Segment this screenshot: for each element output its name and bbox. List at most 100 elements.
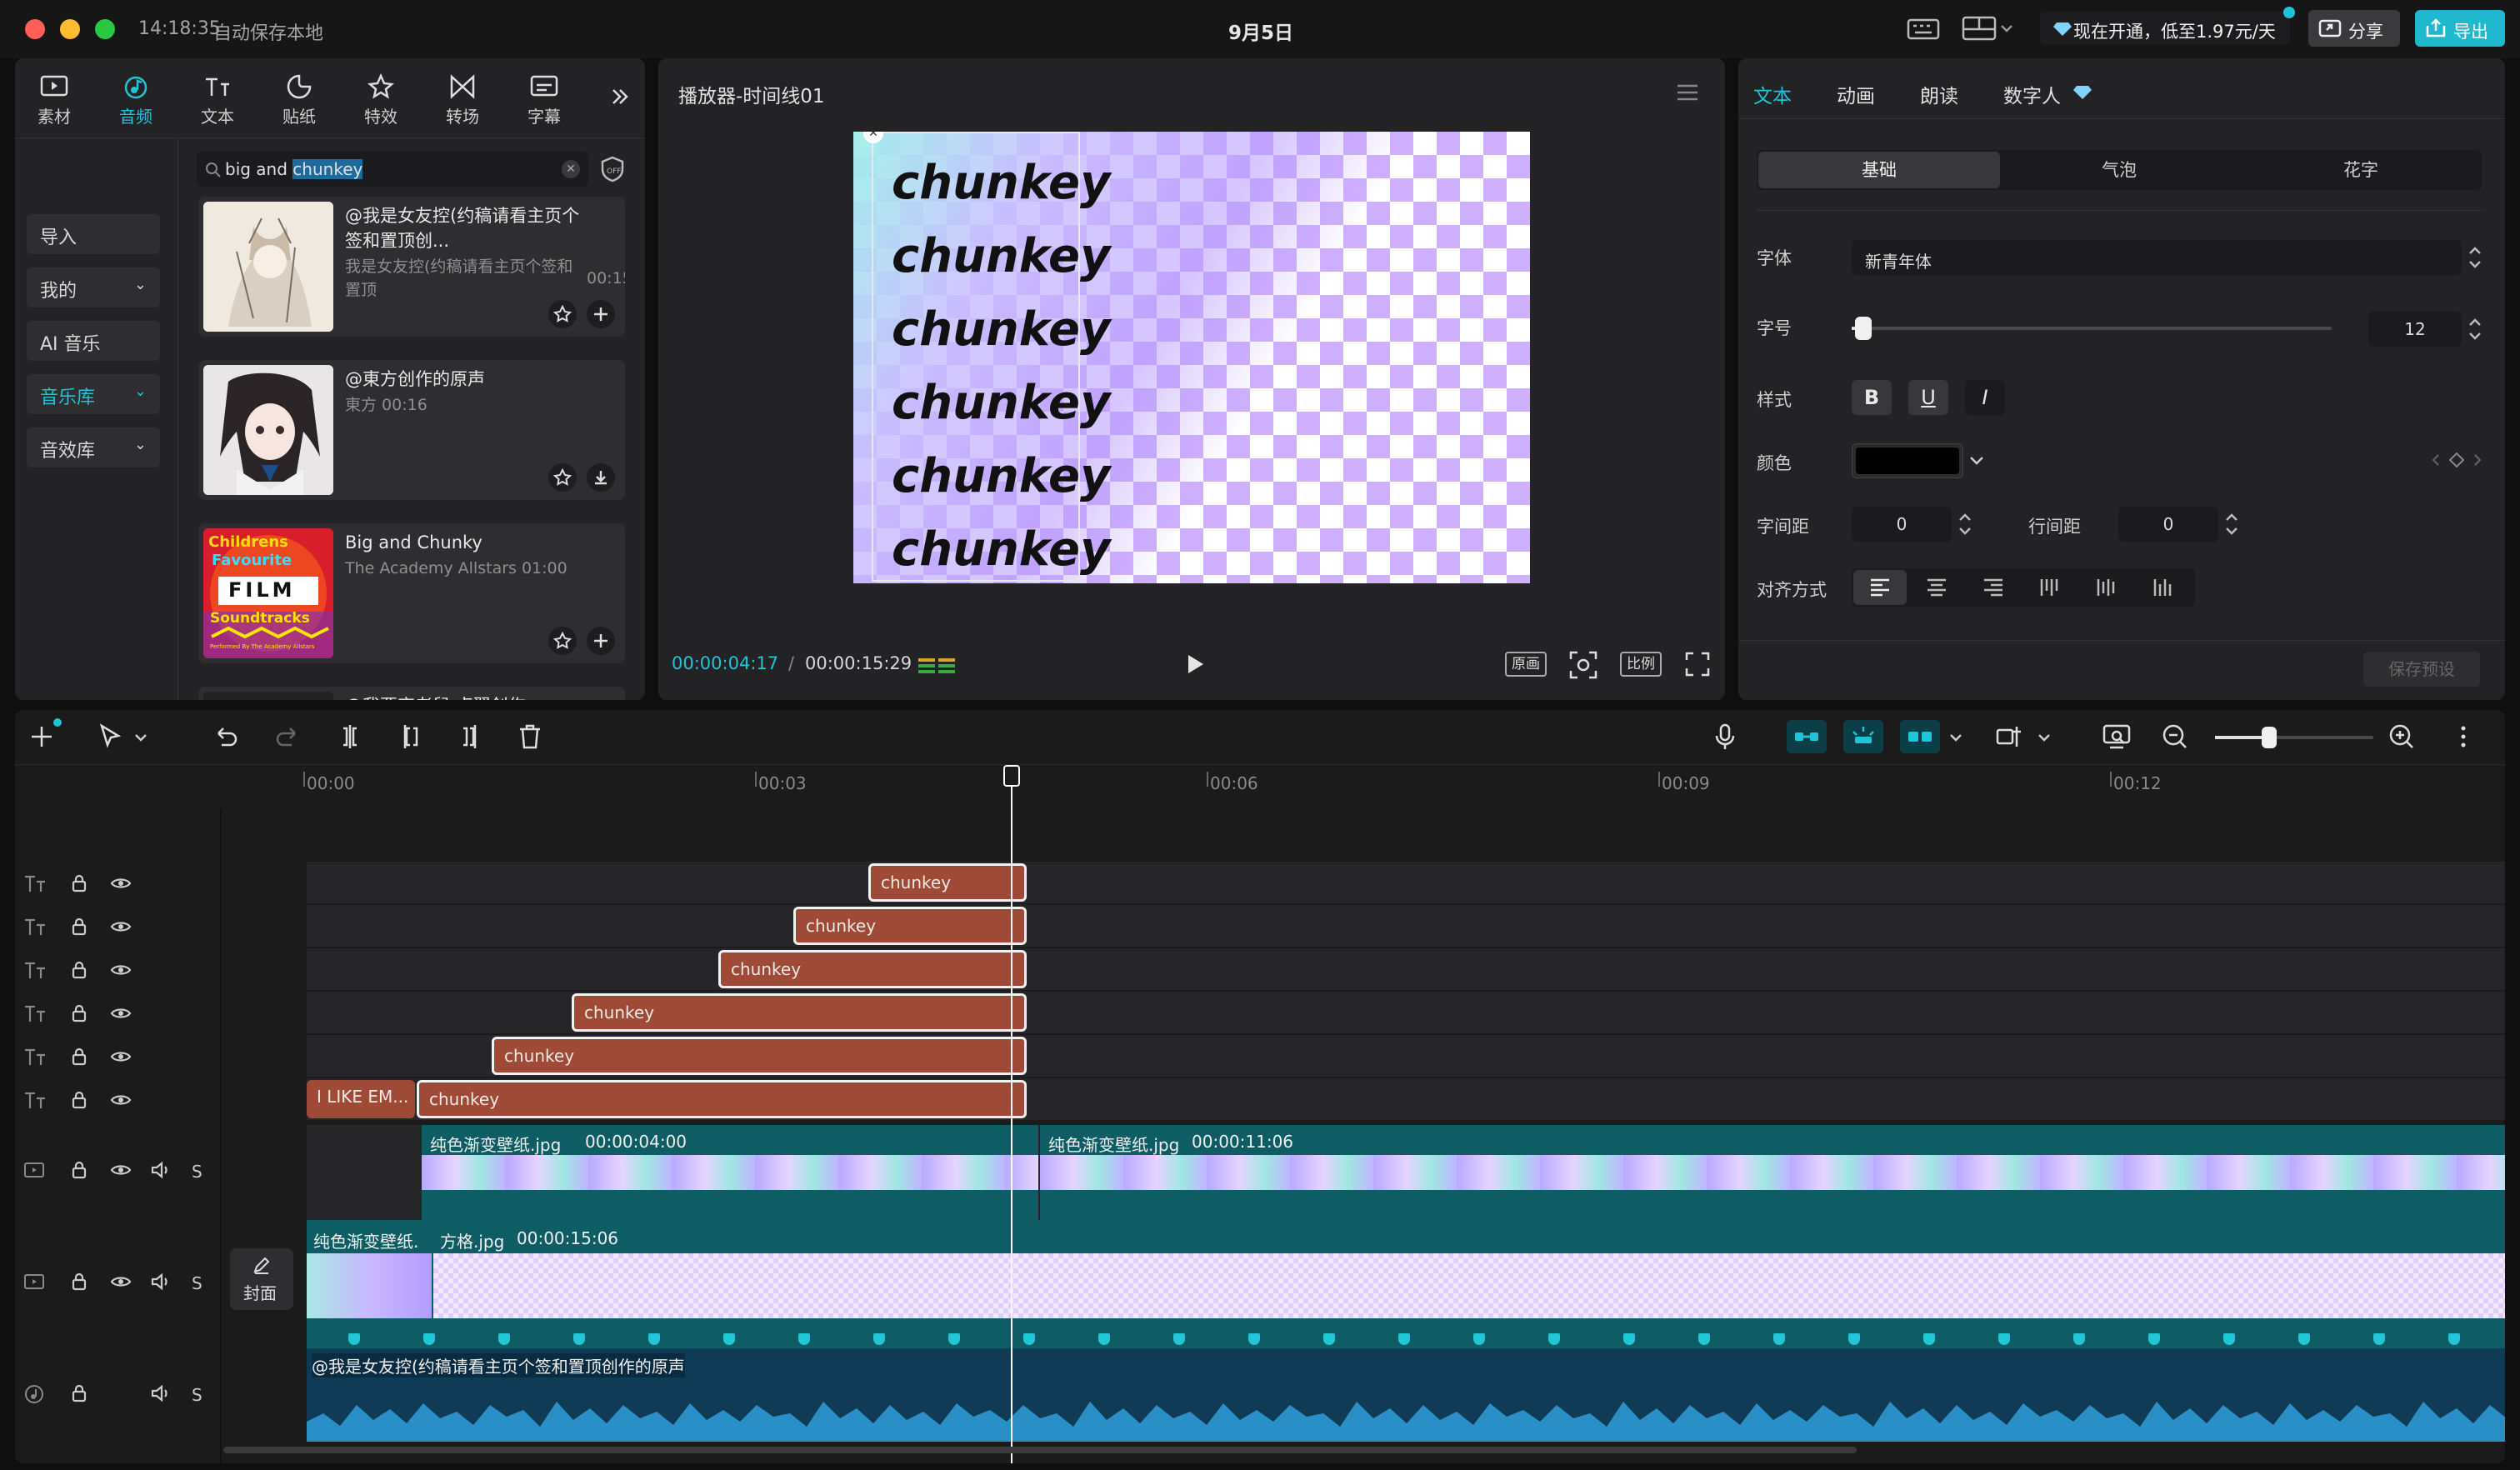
split-icon[interactable] xyxy=(335,722,365,752)
color-picker[interactable] xyxy=(1852,443,1963,478)
eye-icon[interactable] xyxy=(110,1160,132,1180)
font-size-slider[interactable] xyxy=(1852,327,2332,330)
aspect-ratio-button[interactable]: 比例 xyxy=(1620,652,1662,677)
music-item[interactable]: @東方创作的原声 東方 00:16 xyxy=(198,360,625,500)
beat-marker[interactable] xyxy=(873,1333,885,1345)
beat-marker[interactable] xyxy=(423,1333,435,1345)
speaker-icon[interactable] xyxy=(150,1272,172,1292)
keyboard-icon[interactable] xyxy=(1907,17,1940,42)
video-clip-gradient-b[interactable]: 纯色渐变壁纸.jpg 00:00:11:06 xyxy=(1040,1125,2505,1222)
font-stepper-icon[interactable] xyxy=(2463,240,2487,275)
beat-marker[interactable] xyxy=(1773,1333,1785,1345)
tab-audio[interactable]: 音频 xyxy=(98,67,173,130)
beat-marker[interactable] xyxy=(348,1333,360,1345)
text-clip-intro[interactable]: I LIKE EM... xyxy=(307,1080,415,1118)
share-button[interactable]: 分享 xyxy=(2308,10,2400,47)
beat-marker[interactable] xyxy=(498,1333,510,1345)
timeline-zoom-thumb[interactable] xyxy=(2262,727,2277,748)
beat-marker[interactable] xyxy=(1698,1333,1710,1345)
tab-captions[interactable]: 字幕 xyxy=(507,67,582,130)
beat-marker[interactable] xyxy=(1398,1333,1410,1345)
underline-button[interactable]: U xyxy=(1908,380,1948,415)
fullscreen-icon[interactable] xyxy=(1683,650,1712,678)
linkage-chevron-down-icon[interactable] xyxy=(1947,728,1965,747)
video-clip-gradient-main[interactable]: 纯色渐变壁纸. xyxy=(307,1220,432,1332)
speaker-icon[interactable] xyxy=(150,1383,172,1403)
beat-marker[interactable] xyxy=(1473,1333,1485,1345)
tab-text-props[interactable]: 文本 xyxy=(1753,80,1792,108)
lock-icon[interactable] xyxy=(70,1272,88,1292)
font-size-slider-thumb[interactable] xyxy=(1855,317,1872,340)
tab-animation[interactable]: 动画 xyxy=(1837,80,1875,108)
add-plus-icon[interactable] xyxy=(587,300,615,328)
copyright-filter-icon[interactable]: OFF xyxy=(598,155,627,183)
sidebar-item-sound-effects[interactable]: 音效库 ⌄ xyxy=(27,428,160,468)
original-quality-button[interactable]: 原画 xyxy=(1505,652,1547,677)
main-track-magnet-button[interactable] xyxy=(1787,720,1827,753)
search-input[interactable]: big and chunkey ✕ xyxy=(197,152,588,187)
sidebar-item-import[interactable]: 导入 xyxy=(27,214,160,254)
tab-digital-human[interactable]: 数字人 xyxy=(2003,80,2061,108)
video-clip-checker[interactable]: 方格.jpg 00:00:15:06 xyxy=(433,1220,2505,1332)
music-item[interactable]: Childrens Favourite FILM Soundtracks Per… xyxy=(198,523,625,663)
delete-trash-icon[interactable] xyxy=(515,722,545,752)
vertical-align-bottom-button[interactable] xyxy=(2137,570,2190,605)
timeline-scrollbar[interactable] xyxy=(223,1447,1857,1453)
music-item[interactable]: @我是女友控(约稿请看主页个签和置顶创... 我是女友控(约稿请看主页个签和置顶… xyxy=(198,197,625,337)
color-chevron-down-icon[interactable] xyxy=(1965,448,1988,472)
video-clip-gradient-a[interactable]: 纯色渐变壁纸.jpg 00:00:04:00 xyxy=(422,1125,1038,1222)
screenshot-focus-icon[interactable] xyxy=(1568,650,1598,680)
playhead-handle[interactable] xyxy=(1003,765,1020,787)
tab-sticker[interactable]: 贴纸 xyxy=(262,67,337,130)
subtab-basic[interactable]: 基础 xyxy=(1758,152,2000,188)
preview-axis-chevron-down-icon[interactable] xyxy=(2035,728,2053,747)
beat-marker[interactable] xyxy=(1023,1333,1035,1345)
beat-marker[interactable] xyxy=(1923,1333,1935,1345)
text-clip[interactable]: chunkey xyxy=(417,1080,1027,1118)
eye-icon[interactable] xyxy=(110,1272,132,1292)
layout-icon[interactable] xyxy=(1962,15,2015,43)
text-clip[interactable]: chunkey xyxy=(868,863,1027,902)
italic-button[interactable]: I xyxy=(1965,380,2005,415)
beat-marker[interactable] xyxy=(1098,1333,1110,1345)
lock-icon[interactable] xyxy=(70,1160,88,1180)
sidebar-item-ai-music[interactable]: AI 音乐 xyxy=(27,321,160,361)
favorite-star-icon[interactable] xyxy=(548,300,577,328)
export-button[interactable]: 导出 xyxy=(2415,10,2505,47)
promo-banner[interactable]: 现在开通，低至1.97元/天 xyxy=(2040,12,2290,45)
solo-button[interactable]: S xyxy=(192,1273,202,1293)
beat-marker[interactable] xyxy=(2448,1333,2460,1345)
more-options-icon[interactable] xyxy=(2448,722,2478,752)
align-right-button[interactable] xyxy=(1967,570,2020,605)
font-select[interactable]: 新青年体 xyxy=(1852,240,2462,275)
play-button[interactable] xyxy=(1180,650,1208,678)
tab-effects[interactable]: 特效 xyxy=(343,67,418,130)
text-clip[interactable]: chunkey xyxy=(718,950,1027,988)
beat-marker[interactable] xyxy=(723,1333,735,1345)
text-clip[interactable]: chunkey xyxy=(793,907,1027,945)
letter-spacing-input[interactable]: 0 xyxy=(1852,507,1952,542)
beat-marker[interactable] xyxy=(1173,1333,1185,1345)
audio-clip[interactable]: @我是女友控(约稿请看主页个签和置顶创作的原声 xyxy=(307,1348,2505,1442)
bold-button[interactable]: B xyxy=(1852,380,1892,415)
font-size-stepper-icon[interactable] xyxy=(2463,312,2487,347)
beat-marker[interactable] xyxy=(2148,1333,2160,1345)
beat-marker[interactable] xyxy=(798,1333,810,1345)
more-tabs-chevron-icon[interactable] xyxy=(608,85,632,108)
sidebar-item-music-library[interactable]: 音乐库 ⌄ xyxy=(27,374,160,414)
tab-media[interactable]: 素材 xyxy=(17,67,92,130)
timeline-ruler[interactable]: 00:00 00:03 00:06 00:09 00:12 xyxy=(15,765,2505,807)
zoom-in-icon[interactable] xyxy=(2387,722,2417,752)
tab-text[interactable]: 文本 xyxy=(180,67,255,130)
beat-marker[interactable] xyxy=(1548,1333,1560,1345)
close-window-button[interactable] xyxy=(25,19,45,39)
solo-button[interactable]: S xyxy=(192,1385,202,1405)
redo-icon[interactable] xyxy=(273,722,303,752)
zoom-out-icon[interactable] xyxy=(2160,722,2190,752)
add-plus-icon[interactable] xyxy=(587,627,615,655)
beat-marker[interactable] xyxy=(2223,1333,2235,1345)
cover-button[interactable]: 封面 xyxy=(230,1248,293,1310)
subtab-fancy-text[interactable]: 花字 xyxy=(2240,152,2482,188)
tab-transition[interactable]: 转场 xyxy=(425,67,500,130)
align-center-button[interactable] xyxy=(1910,570,1963,605)
